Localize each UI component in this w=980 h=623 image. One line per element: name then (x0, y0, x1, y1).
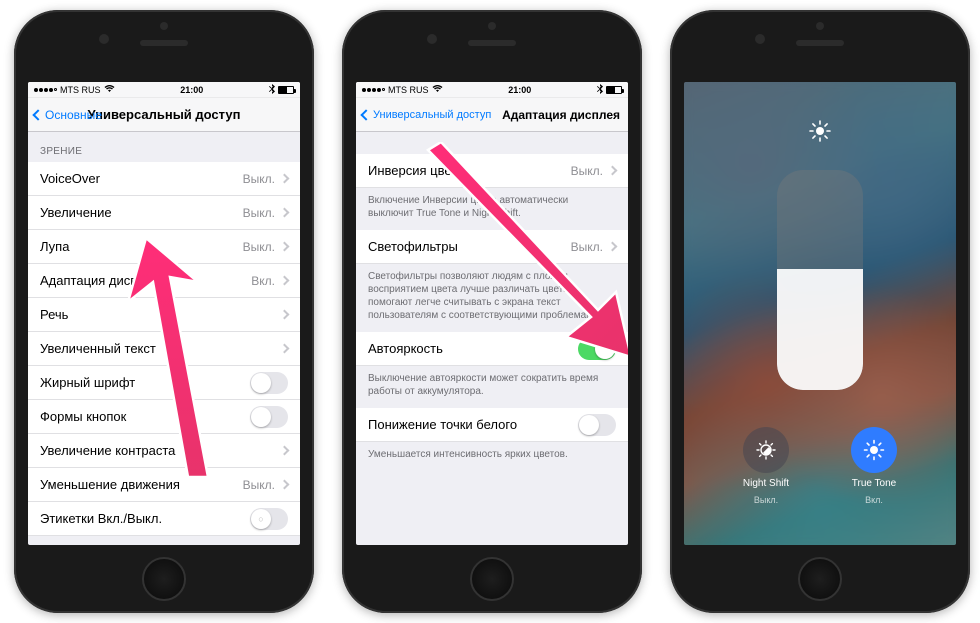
night-shift-icon (755, 439, 777, 461)
true-tone-icon (863, 439, 885, 461)
bluetooth-icon (597, 84, 603, 96)
night-shift-status: Выкл. (754, 495, 778, 505)
chevron-right-icon (280, 446, 290, 456)
chevron-right-icon (280, 174, 290, 184)
chevron-right-icon (280, 208, 290, 218)
true-tone-status: Вкл. (865, 495, 883, 505)
home-button[interactable] (142, 557, 186, 601)
row-display-accommodations[interactable]: Адаптация дисплеяВкл. (28, 264, 300, 298)
row-voiceover[interactable]: VoiceOverВыкл. (28, 162, 300, 196)
home-button[interactable] (798, 557, 842, 601)
row-larger-text[interactable]: Увеличенный текст (28, 332, 300, 366)
night-shift-label: Night Shift (743, 478, 789, 490)
toggle-bold-text[interactable] (250, 372, 288, 394)
chevron-right-icon (280, 310, 290, 320)
row-auto-brightness[interactable]: Автояркость (356, 332, 628, 366)
brightness-slider[interactable] (777, 170, 863, 390)
toggle-auto-brightness[interactable] (578, 338, 616, 360)
status-bar: MTS RUS 21:00 (28, 82, 300, 98)
brightness-fill (777, 269, 863, 390)
chevron-right-icon (280, 480, 290, 490)
chevron-right-icon (280, 344, 290, 354)
screen-control-center[interactable]: Night Shift Выкл. True Tone Вкл. (684, 82, 956, 545)
chevron-right-icon (608, 166, 618, 176)
row-invert-colors[interactable]: Инверсия цветаВыкл. (356, 154, 628, 188)
row-zoom[interactable]: УвеличениеВыкл. (28, 196, 300, 230)
row-reduce-motion[interactable]: Уменьшение движенияВыкл. (28, 468, 300, 502)
status-bar: MTS RUS 21:00 (356, 82, 628, 98)
row-increase-contrast[interactable]: Увеличение контраста (28, 434, 300, 468)
toggle-white-point[interactable] (578, 414, 616, 436)
screen-display-accommodations: MTS RUS 21:00 Универсальный доступ Адапт… (356, 82, 628, 545)
phone-accessibility: MTS RUS 21:00 Основные Универсальный дос… (14, 10, 314, 613)
true-tone-button[interactable]: True Tone Вкл. (830, 427, 918, 505)
row-speech[interactable]: Речь (28, 298, 300, 332)
section-header-vision: ЗРЕНИЕ (28, 132, 300, 162)
invert-footer: Включение Инверсии цвета автоматически в… (356, 188, 628, 230)
chevron-right-icon (280, 242, 290, 252)
bluetooth-icon (269, 84, 275, 96)
row-onoff-labels[interactable]: Этикетки Вкл./Выкл.○ (28, 502, 300, 536)
chevron-left-icon (360, 109, 371, 120)
true-tone-label: True Tone (852, 478, 896, 490)
carrier-label: MTS RUS (388, 85, 429, 95)
auto-brightness-footer: Выключение автояркости может сократить в… (356, 366, 628, 408)
filters-footer: Светофильтры позволяют людям с плохим во… (356, 264, 628, 332)
row-color-filters[interactable]: СветофильтрыВыкл. (356, 230, 628, 264)
time-label: 21:00 (180, 85, 203, 95)
settings-list[interactable]: Инверсия цветаВыкл. Включение Инверсии ц… (356, 132, 628, 545)
night-shift-button[interactable]: Night Shift Выкл. (722, 427, 810, 505)
chevron-left-icon (32, 109, 43, 120)
row-bold-text[interactable]: Жирный шрифт (28, 366, 300, 400)
signal-icon (362, 88, 385, 92)
section-header-interaction: ВЗАИМОДЕЙСТВИЕ (28, 536, 300, 545)
time-label: 21:00 (508, 85, 531, 95)
page-title: Адаптация дисплея (502, 108, 620, 122)
navbar: Универсальный доступ Адаптация дисплея (356, 98, 628, 132)
screen-accessibility: MTS RUS 21:00 Основные Универсальный дос… (28, 82, 300, 545)
back-button[interactable]: Универсальный доступ (362, 109, 491, 121)
toggle-onoff-labels[interactable]: ○ (250, 508, 288, 530)
settings-list[interactable]: ЗРЕНИЕ VoiceOverВыкл. УвеличениеВыкл. Лу… (28, 132, 300, 545)
row-button-shapes[interactable]: Формы кнопок (28, 400, 300, 434)
row-magnifier[interactable]: ЛупаВыкл. (28, 230, 300, 264)
row-reduce-white-point[interactable]: Понижение точки белого (356, 408, 628, 442)
phone-display-accommodations: MTS RUS 21:00 Универсальный доступ Адапт… (342, 10, 642, 613)
phone-control-center: Night Shift Выкл. True Tone Вкл. (670, 10, 970, 613)
signal-icon (34, 88, 57, 92)
toggle-button-shapes[interactable] (250, 406, 288, 428)
wifi-icon (104, 84, 115, 95)
chevron-right-icon (280, 276, 290, 286)
wifi-icon (432, 84, 443, 95)
white-point-footer: Уменьшается интенсивность ярких цветов. (356, 442, 628, 471)
carrier-label: MTS RUS (60, 85, 101, 95)
battery-icon (278, 86, 294, 94)
sun-icon (809, 120, 831, 145)
chevron-right-icon (608, 242, 618, 252)
battery-icon (606, 86, 622, 94)
home-button[interactable] (470, 557, 514, 601)
back-button[interactable]: Основные (34, 108, 102, 122)
navbar: Основные Универсальный доступ (28, 98, 300, 132)
